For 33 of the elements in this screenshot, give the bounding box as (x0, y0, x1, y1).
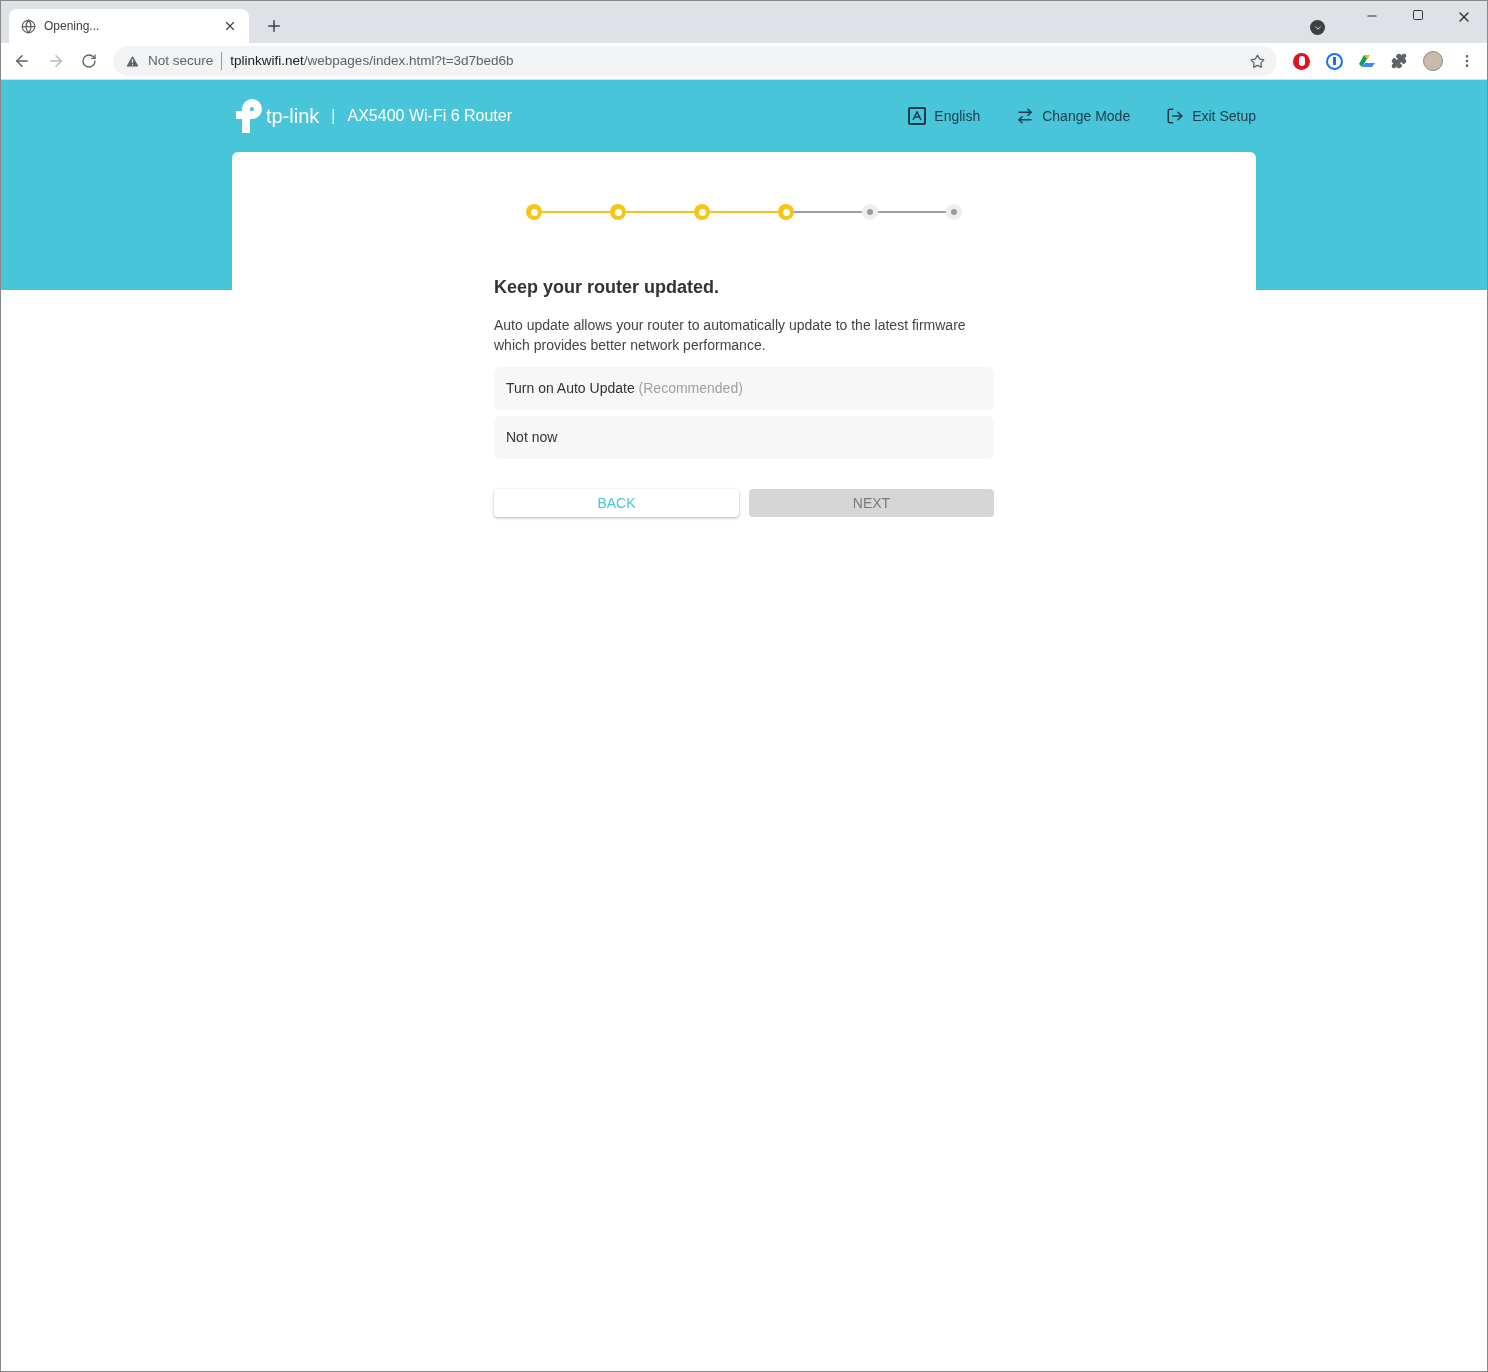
step-connector (542, 211, 610, 213)
description: Auto update allows your router to automatically update to the latest firmware which provides better network performance. (494, 316, 967, 355)
close-tab-icon[interactable] (223, 19, 237, 33)
option-item[interactable]: Turn on Auto Update (Recommended) (494, 367, 994, 410)
logo-text: tp-link (266, 104, 320, 129)
step-connector (794, 211, 862, 213)
header-action[interactable]: Exit Setup (1166, 105, 1256, 127)
browser-tab[interactable]: Opening... (9, 9, 249, 43)
puzzle-icon[interactable] (1391, 53, 1407, 69)
swap-arrows-icon (1016, 107, 1035, 125)
header-action[interactable]: English (908, 105, 981, 127)
page-title: Keep your router updated. (494, 276, 721, 299)
address-bar[interactable]: Not secure tplinkwifi.net/webpages/index.html?t=3d7bed6b (113, 46, 1277, 76)
step-connector (710, 211, 778, 213)
language-icon (908, 107, 927, 125)
bookmark-star-icon[interactable] (1250, 53, 1265, 69)
tab-title: Opening... (44, 18, 101, 35)
url-text: tplinkwifi.net/webpages/index.html?t=3d7bed6b (230, 51, 514, 70)
reload-icon[interactable] (81, 53, 97, 69)
separator: | (331, 106, 336, 126)
step-connector (626, 211, 694, 213)
security-label: Not secure (148, 51, 214, 70)
tab-search-icon[interactable] (1310, 20, 1325, 35)
step-connector (878, 211, 946, 213)
profile-avatar-icon[interactable] (1423, 51, 1443, 71)
option-item[interactable]: Not now (494, 416, 994, 459)
new-tab-icon[interactable] (265, 17, 283, 35)
header-action[interactable]: Change Mode (1016, 105, 1131, 127)
router-model: AX5400 Wi-Fi 6 Router (347, 106, 513, 126)
exit-icon (1166, 107, 1185, 125)
globe-icon (21, 18, 36, 34)
triangle-extension-icon[interactable] (1359, 54, 1375, 68)
warning-icon (125, 53, 140, 69)
